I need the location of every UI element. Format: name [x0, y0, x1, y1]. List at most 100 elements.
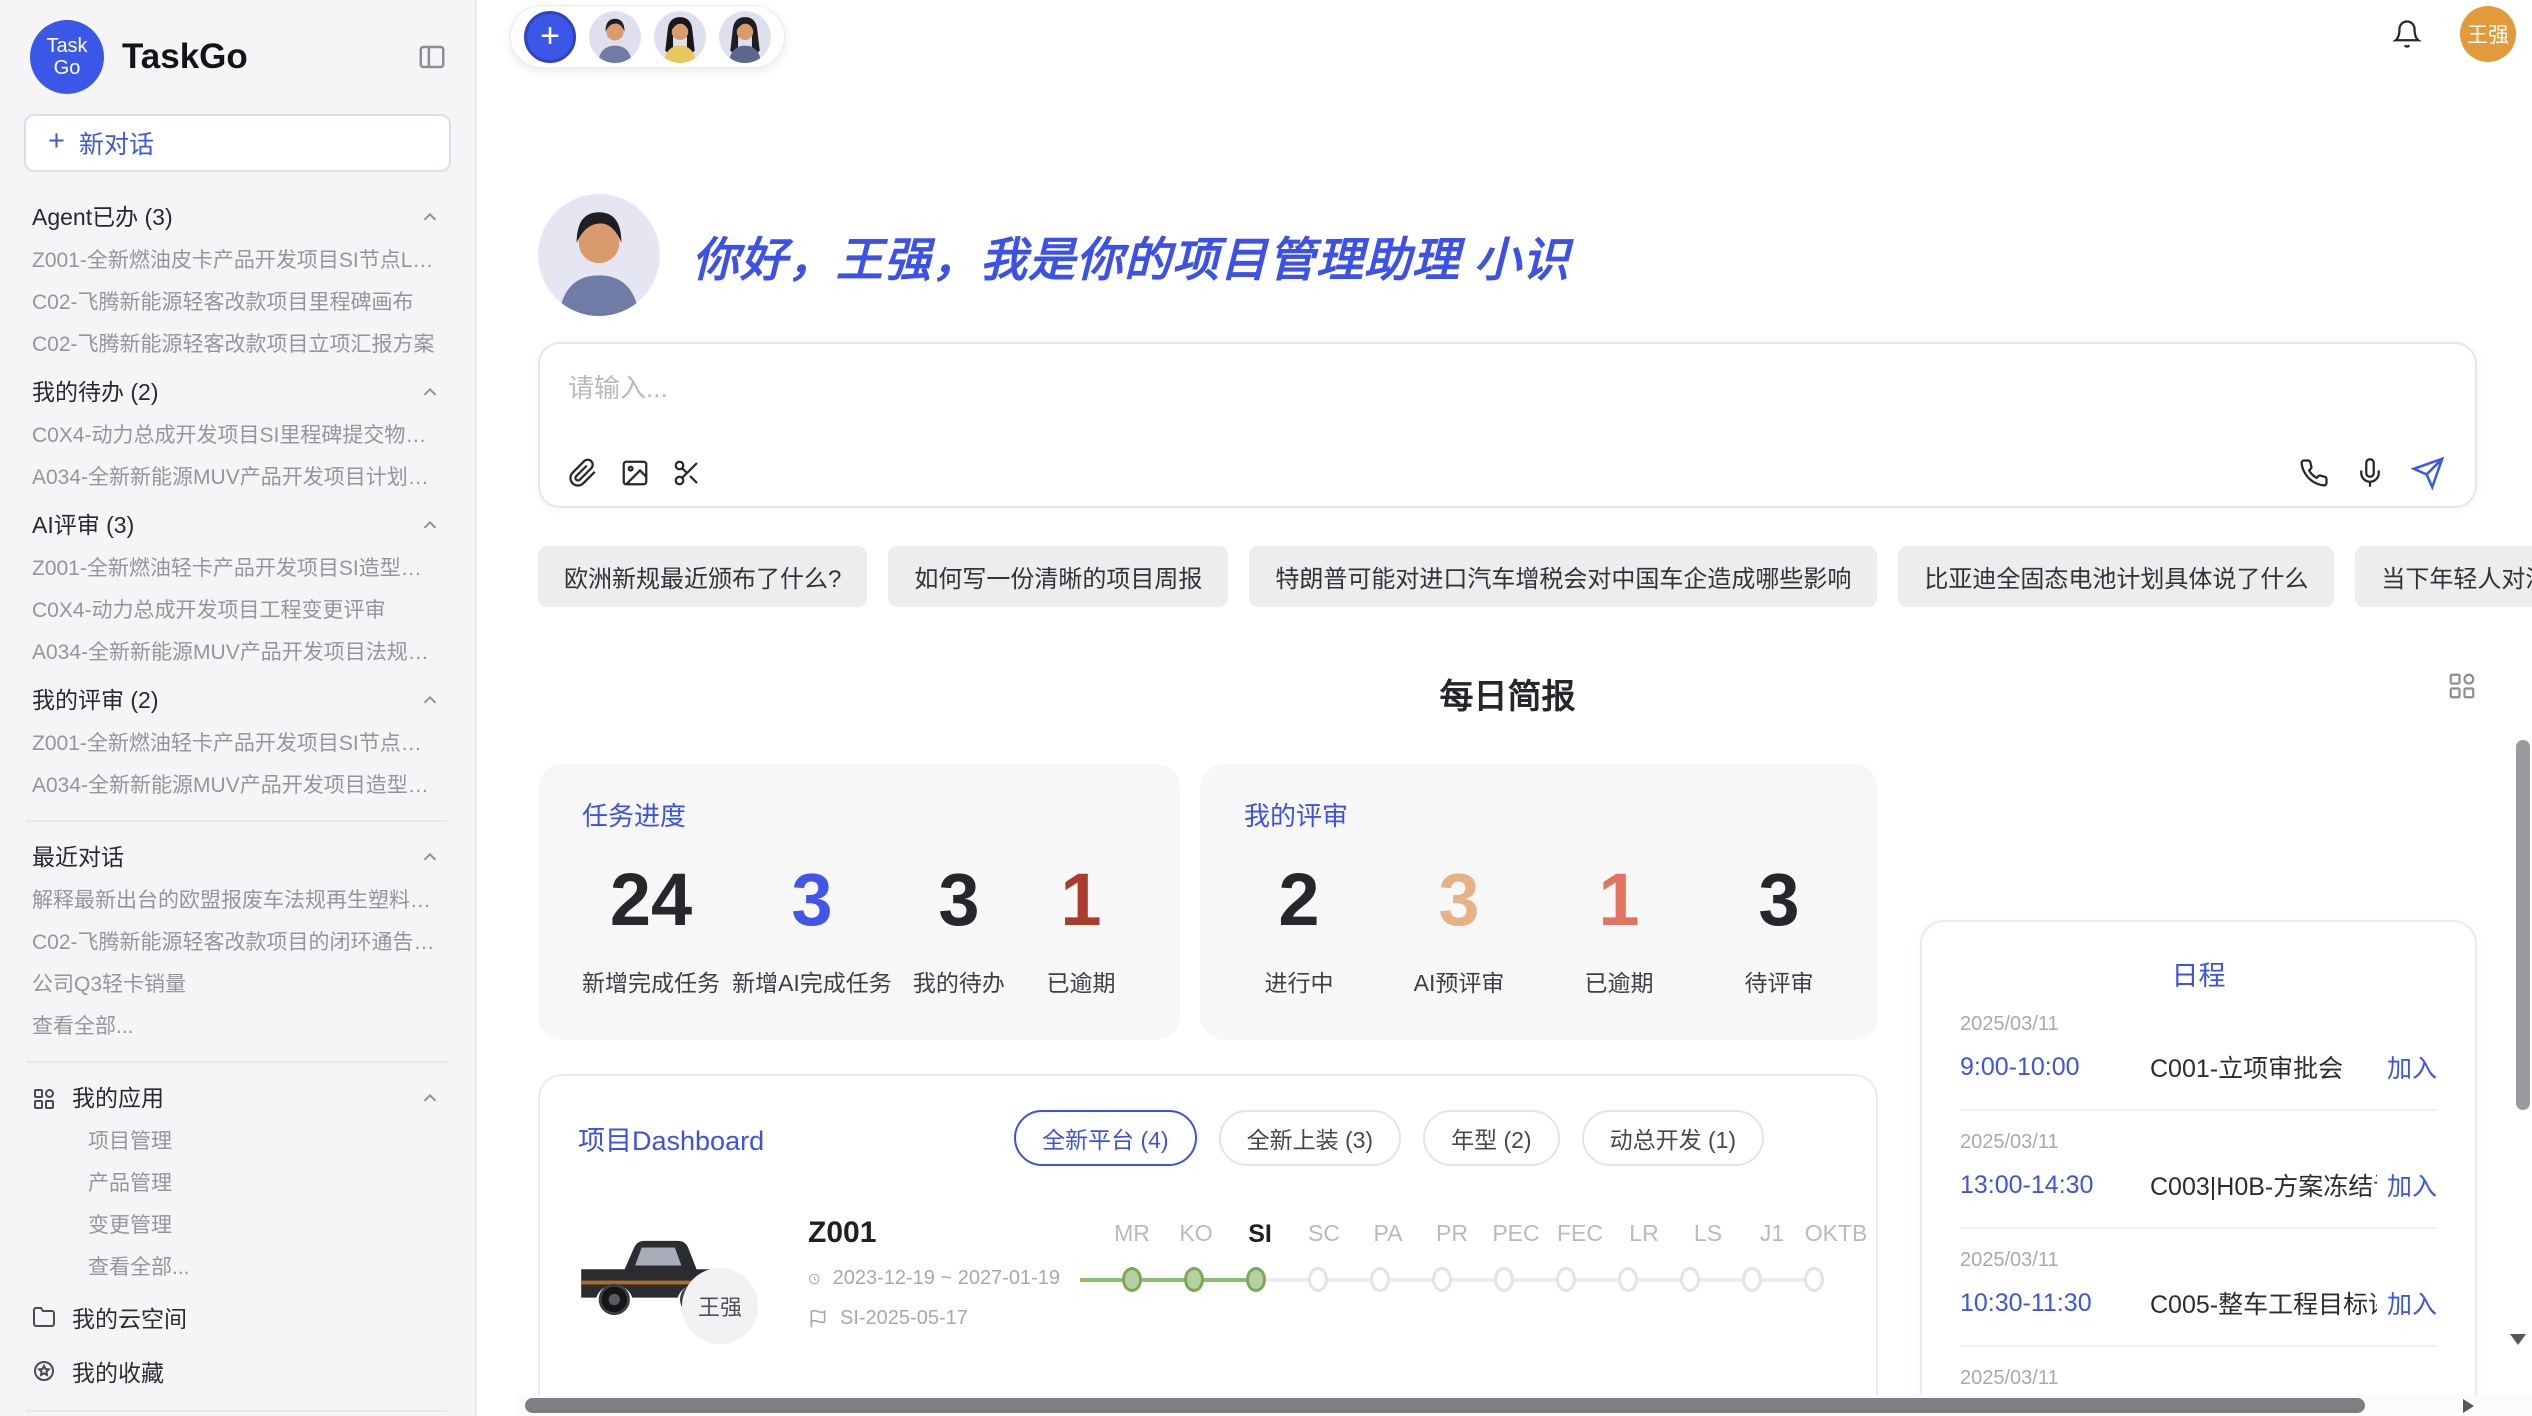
- milestone-node-current[interactable]: [1246, 1267, 1266, 1292]
- scroll-down-arrow-icon[interactable]: [2510, 1334, 2526, 1345]
- milestone-node[interactable]: [1432, 1267, 1452, 1292]
- tab-powertrain[interactable]: 动总开发 (1): [1582, 1110, 1765, 1166]
- flag-milestone: SI-2025-05-17: [840, 1307, 968, 1330]
- sidebar-item-change-mgmt[interactable]: 变更管理: [88, 1213, 441, 1238]
- milestone-label: LS: [1676, 1220, 1740, 1249]
- star-badge-icon: [32, 1359, 56, 1383]
- vertical-scrollbar-thumb[interactable]: [2516, 740, 2530, 1110]
- list-item[interactable]: C0X4-动力总成开发项目SI里程碑提交物检查: [32, 423, 441, 448]
- sidebar-item-product-mgmt[interactable]: 产品管理: [88, 1171, 441, 1196]
- user-avatar[interactable]: 王强: [2460, 6, 2516, 62]
- list-item[interactable]: A034-全新新能源MUV产品开发项目计划变更表编写: [32, 465, 441, 490]
- add-agent-button[interactable]: +: [524, 11, 576, 63]
- agent-avatar-3[interactable]: [719, 11, 771, 63]
- chevron-up-icon[interactable]: [419, 207, 441, 229]
- horizontal-scrollbar[interactable]: [517, 1395, 2532, 1416]
- agent-avatar-1[interactable]: [589, 11, 641, 63]
- suggestion-chip[interactable]: 当下年轻人对汽车外观有怎样的喜好趋势: [2355, 546, 2532, 607]
- section-my-todo[interactable]: 我的待办 (2): [32, 379, 441, 406]
- milestone-node[interactable]: [1370, 1267, 1390, 1292]
- list-item[interactable]: 解释最新出台的欧盟报废车法规再生塑料比例被调至15%...: [32, 888, 441, 913]
- milestone-label: KO: [1164, 1220, 1228, 1249]
- list-item[interactable]: Z001-全新燃油轻卡产品开发项目SI节点属性5D文件评审: [32, 731, 441, 756]
- milestone-node[interactable]: [1308, 1267, 1328, 1292]
- project-row-z001[interactable]: 王强 Z001 2023-12-19 ~ 2027-01-19 SI-2025-…: [570, 1212, 1846, 1362]
- milestone-label: J1: [1740, 1220, 1804, 1249]
- image-icon[interactable]: [620, 458, 650, 488]
- sidebar-item-cloud-space[interactable]: 我的云空间: [32, 1300, 441, 1334]
- list-item[interactable]: C02-飞腾新能源轻客改款项目里程碑画布: [32, 290, 441, 315]
- stat-value: 3: [1724, 857, 1834, 942]
- chevron-up-icon[interactable]: [419, 382, 441, 404]
- stat-value: 3: [732, 857, 892, 942]
- attachment-icon[interactable]: [568, 458, 598, 488]
- section-title: 我的待办 (2): [32, 379, 159, 406]
- daily-brief-header: 每日简报: [538, 669, 2477, 718]
- section-title: Agent已办 (3): [32, 204, 173, 231]
- list-item[interactable]: A034-全新新能源MUV产品开发项目造型可行性评审: [32, 773, 441, 798]
- milestone-node[interactable]: [1494, 1267, 1514, 1292]
- milestone-node[interactable]: [1556, 1267, 1576, 1292]
- main-area: + 王强 你好，王强，我是你的项目管理助理 小识: [477, 0, 2532, 1416]
- sidebar-item-favorites[interactable]: 我的收藏: [32, 1354, 441, 1388]
- suggestion-chip[interactable]: 特朗普可能对进口汽车增税会对中国车企造成哪些影响: [1249, 546, 1877, 607]
- section-recent-chats[interactable]: 最近对话: [32, 844, 441, 871]
- scissors-icon[interactable]: [672, 458, 702, 488]
- horizontal-scrollbar-thumb[interactable]: [525, 1398, 2365, 1413]
- chat-input[interactable]: [568, 368, 2447, 434]
- right-column: 日程 2025/03/11 9:00-10:00 C001-立项审批会 加入 2…: [1920, 920, 2477, 1416]
- list-item[interactable]: 公司Q3轻卡销量: [32, 972, 441, 997]
- collapse-sidebar-icon[interactable]: [417, 42, 447, 72]
- chevron-up-icon[interactable]: [419, 847, 441, 869]
- section-my-apps[interactable]: 我的应用: [32, 1085, 441, 1112]
- layout-grid-icon[interactable]: [2447, 671, 2477, 701]
- tab-new-platform[interactable]: 全新平台 (4): [1014, 1110, 1197, 1166]
- scroll-right-arrow-icon[interactable]: [2463, 1399, 2474, 1413]
- milestone-node-done[interactable]: [1184, 1267, 1204, 1292]
- send-icon[interactable]: [2411, 456, 2445, 490]
- section-ai-review[interactable]: AI评审 (3): [32, 512, 441, 539]
- microphone-icon[interactable]: [2355, 458, 2385, 488]
- join-link[interactable]: 加入: [2387, 1285, 2437, 1321]
- milestone-node[interactable]: [1804, 1267, 1824, 1292]
- schedule-title: 日程: [1960, 954, 2437, 993]
- phone-icon[interactable]: [2299, 458, 2329, 488]
- milestone-timeline: MR KO SI SC PA PR PEC FEC LR LS J1 OKTB: [1080, 1212, 1868, 1362]
- list-item[interactable]: Z001-全新燃油皮卡产品开发项目SI节点Lesson Learn报告: [32, 248, 441, 273]
- milestone-node[interactable]: [1680, 1267, 1700, 1292]
- new-chat-button[interactable]: + 新对话: [24, 114, 451, 172]
- chevron-up-icon[interactable]: [419, 1088, 441, 1110]
- stat-review-overdue: 1 已逾期: [1564, 857, 1674, 998]
- chevron-up-icon[interactable]: [419, 515, 441, 537]
- section-my-review[interactable]: 我的评审 (2): [32, 687, 441, 714]
- notification-bell-icon[interactable]: [2392, 19, 2422, 49]
- view-all-chats-link[interactable]: 查看全部...: [32, 1014, 441, 1039]
- view-all-apps-link[interactable]: 查看全部...: [88, 1255, 441, 1280]
- milestone-node[interactable]: [1742, 1267, 1762, 1292]
- stat-label: 进行中: [1244, 964, 1354, 998]
- tab-year-model[interactable]: 年型 (2): [1423, 1110, 1560, 1166]
- list-item[interactable]: C02-飞腾新能源轻客改款项目立项汇报方案: [32, 332, 441, 357]
- milestone-node-done[interactable]: [1122, 1267, 1142, 1292]
- stat-label: 新增完成任务: [582, 964, 720, 998]
- my-review-card: 我的评审 2 进行中 3 AI预评审 1 已逾期: [1200, 764, 1878, 1040]
- suggestion-chip[interactable]: 比亚迪全固态电池计划具体说了什么: [1898, 546, 2334, 607]
- list-item[interactable]: C02-飞腾新能源轻客改款项目的闭环通告反馈情况: [32, 930, 441, 955]
- join-link[interactable]: 加入: [2387, 1167, 2437, 1203]
- suggestion-chip[interactable]: 如何写一份清晰的项目周报: [888, 546, 1228, 607]
- list-item[interactable]: C0X4-动力总成开发项目工程变更评审: [32, 598, 441, 623]
- tab-new-body[interactable]: 全新上装 (3): [1219, 1110, 1402, 1166]
- agent-avatar-2[interactable]: [654, 11, 706, 63]
- chevron-up-icon[interactable]: [419, 690, 441, 712]
- milestone-node[interactable]: [1618, 1267, 1638, 1292]
- sidebar-item-project-mgmt[interactable]: 项目管理: [88, 1129, 441, 1154]
- stat-new-ai-done: 3 新增AI完成任务: [732, 857, 892, 998]
- list-item[interactable]: A034-全新新能源MUV产品开发项目法规符合性评审: [32, 640, 441, 665]
- join-link[interactable]: 加入: [2387, 1049, 2437, 1085]
- list-item[interactable]: Z001-全新燃油轻卡产品开发项目SI造型提交物评审: [32, 556, 441, 581]
- greeting-title: 你好，王强，我是你的项目管理助理 小识: [692, 221, 1570, 290]
- schedule-time: 9:00-10:00: [1960, 1053, 2122, 1082]
- suggestion-chip[interactable]: 欧洲新规最近颁布了什么?: [538, 546, 867, 607]
- schedule-card: 日程 2025/03/11 9:00-10:00 C001-立项审批会 加入 2…: [1920, 920, 2477, 1416]
- section-agent-done[interactable]: Agent已办 (3): [32, 204, 441, 231]
